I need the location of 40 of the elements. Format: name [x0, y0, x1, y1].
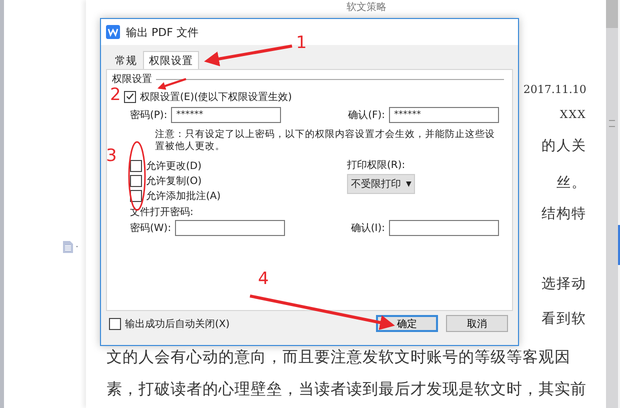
password-field[interactable] — [389, 220, 499, 236]
password-field[interactable]: ****** — [389, 107, 499, 123]
field-label: 确认(F): — [348, 109, 385, 122]
document-text: 看到软 — [541, 310, 586, 328]
document-text: 结构特 — [541, 205, 586, 223]
field-label: 确认(I): — [350, 222, 385, 235]
document-text: XXX — [560, 107, 586, 123]
document-text: 素，打破读者的心理壁垒，当读者读到最后才发现是软文时，其实前 — [106, 380, 586, 398]
checkbox-label: 允许更改(D) — [146, 160, 202, 172]
password-field[interactable]: ****** — [171, 107, 282, 123]
arrow — [157, 78, 186, 90]
document-text: 2017.11.10 — [523, 82, 586, 98]
annotation-number: 1 — [296, 34, 307, 52]
dialog-title: 输出 PDF 文件 — [126, 24, 198, 40]
tab[interactable]: 权限设置 — [143, 51, 199, 69]
field-label: 密码(W): — [130, 222, 172, 235]
checkbox-label: 允许复制(O) — [146, 174, 202, 188]
checkbox[interactable] — [124, 90, 136, 102]
checkbox[interactable] — [109, 318, 121, 330]
app-logo-icon — [106, 25, 120, 39]
checkbox-label: 权限设置(E)(使以下权限设置生效) — [140, 90, 292, 104]
annotation-number: 3 — [106, 147, 117, 165]
document-text: 选择动 — [541, 275, 586, 293]
checkbox-label: 允许添加批注(A) — [146, 190, 221, 202]
note-text: 注意：只有设定了以上密码，以下的权限内容设置才会生效，并能防止这些设置被他人更改。 — [155, 129, 496, 153]
document-text: 的人关 — [541, 137, 586, 155]
page-header: 软文策略 — [345, 2, 388, 14]
field-label: 密码(P): — [130, 108, 168, 122]
checkbox[interactable] — [130, 174, 142, 186]
checkbox-label: 输出成功后自动关闭(X) — [125, 318, 230, 330]
annotation-number: 2 — [110, 86, 121, 104]
group-title: 权限设置 — [112, 72, 152, 86]
field-label: 打印权限(R): — [347, 158, 406, 172]
scrollbar[interactable] — [606, 0, 618, 408]
password-field[interactable] — [175, 220, 286, 236]
cancel-button[interactable]: 取消 — [446, 315, 508, 332]
document-text: 文的人会有心动的意向，而且要注意发软文时账号的等级等客观因 — [106, 348, 572, 366]
annotation-number: 4 — [258, 270, 269, 288]
checkbox[interactable] — [130, 160, 142, 172]
document-text: 丝。 — [556, 174, 586, 192]
